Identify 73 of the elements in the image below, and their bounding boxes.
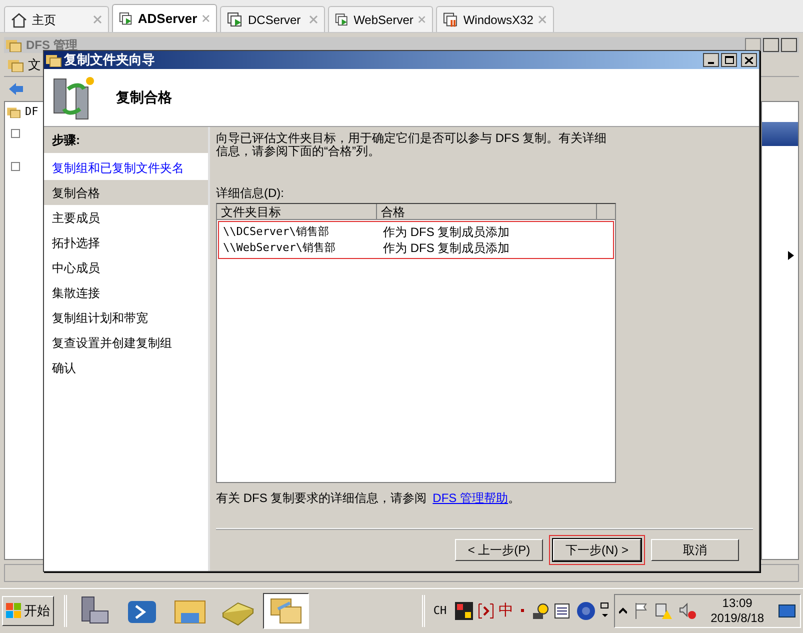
browser-tab[interactable]: WebServer xyxy=(328,6,433,32)
vm-paused-icon xyxy=(443,12,458,28)
collapse-icon[interactable] xyxy=(11,128,20,138)
wizard-button[interactable]: 取消 xyxy=(651,539,739,561)
column-header[interactable]: 文件夹目标 xyxy=(217,204,377,220)
close-button[interactable] xyxy=(781,38,797,52)
vm-running-icon xyxy=(335,12,349,28)
list-cell[interactable]: 作为 DFS 复制成员添加 xyxy=(379,223,510,241)
browser-tab[interactable]: ADServer xyxy=(112,4,217,32)
column-header[interactable]: 合格 xyxy=(377,204,597,220)
step-item: 主要成员 xyxy=(51,210,101,226)
step-item: 复查设置并创建复制组 xyxy=(51,334,173,352)
browser-tab[interactable]: DCServer xyxy=(220,6,325,32)
maximize-button[interactable] xyxy=(721,53,737,67)
folders-icon xyxy=(7,106,21,118)
windows-logo-icon xyxy=(6,603,22,619)
folders-icon xyxy=(46,53,62,67)
ime-logo-icon[interactable] xyxy=(454,602,473,620)
network-warning-icon[interactable] xyxy=(654,602,673,620)
browser-tab[interactable]: WindowsX32 xyxy=(436,6,554,32)
flag-icon[interactable] xyxy=(632,602,649,620)
submenu-arrow-icon[interactable] xyxy=(788,251,794,260)
tree-item[interactable]: DF xyxy=(25,104,38,120)
actions-header xyxy=(762,122,798,146)
replication-servers-icon xyxy=(52,74,96,120)
back-arrow-icon[interactable] xyxy=(8,82,24,96)
menu-item[interactable]: 文 xyxy=(28,54,41,74)
step-item: 集散连接 xyxy=(51,284,101,302)
browser-tab[interactable]: 主页 xyxy=(4,6,109,32)
muted-speaker-icon[interactable] xyxy=(678,602,697,620)
list-cell[interactable]: 作为 DFS 复制成员添加 xyxy=(379,239,510,257)
home-icon xyxy=(11,12,27,28)
folders-icon xyxy=(6,38,22,52)
step-item: 复制组计划和带宽 xyxy=(51,310,149,326)
ime-indicator[interactable]: 中 xyxy=(498,600,514,622)
wizard-button[interactable]: 下一步(N) > xyxy=(553,539,641,561)
chevron-up-icon[interactable] xyxy=(618,607,627,615)
window-title: DFS 管理 xyxy=(26,37,78,53)
taskbar-button[interactable] xyxy=(263,593,309,629)
step-item: 中心成员 xyxy=(51,260,101,276)
ime-mode-icon[interactable] xyxy=(476,602,495,620)
maximize-button[interactable] xyxy=(763,38,779,52)
start-button[interactable]: 开始 xyxy=(2,596,54,626)
help-text: 有关 DFS 复制要求的详细信息，请参阅 xyxy=(216,490,427,507)
folders-icon xyxy=(8,58,24,72)
description-text: 向导已评估文件夹目标，用于确定它们是否可以参与 DFS 复制。有关详细信息，请参阅下面的“合格”列。 xyxy=(216,132,608,158)
close-icon xyxy=(745,56,753,64)
clock-time[interactable]: 13:09 xyxy=(722,596,752,611)
minimize-button[interactable] xyxy=(703,53,719,67)
details-label: 详细信息(D): xyxy=(216,185,285,202)
list-cell[interactable]: \\WebServer\销售部 xyxy=(219,240,379,256)
period-text: 。 xyxy=(508,490,520,507)
expand-icon[interactable] xyxy=(11,162,20,170)
steps-heading: 步骤: xyxy=(44,127,208,153)
help-icon[interactable] xyxy=(576,601,596,621)
page-heading: 复制合格 xyxy=(116,88,172,107)
vm-running-icon xyxy=(119,10,133,26)
show-desktop-icon[interactable] xyxy=(778,603,796,619)
dialog-title: 复制文件夹向导 xyxy=(64,51,155,70)
details-list[interactable]: 文件夹目标 合格 \\DCServer\销售部 作为 DFS 复制成员添加 \\WebServer\销售部 作为 DFS 复制成员添加 xyxy=(216,203,616,483)
vm-running-icon xyxy=(227,12,243,28)
list-cell[interactable]: \\DCServer\销售部 xyxy=(219,224,379,240)
step-item: 复制组和已复制文件夹名 xyxy=(51,160,185,176)
close-button[interactable] xyxy=(741,53,757,67)
language-indicator[interactable]: CH xyxy=(429,602,451,620)
clock-date[interactable]: 2019/8/18 xyxy=(710,611,764,626)
wizard-button[interactable]: < 上一步(P) xyxy=(455,539,543,561)
soft-keyboard-icon[interactable] xyxy=(554,602,572,620)
keyboard-tools-icon[interactable] xyxy=(532,602,550,620)
step-item: 确认 xyxy=(51,360,77,376)
step-item: 拓扑选择 xyxy=(51,234,101,252)
help-link[interactable]: DFS 管理帮助 xyxy=(432,489,508,507)
step-item: 复制合格 xyxy=(44,180,208,205)
